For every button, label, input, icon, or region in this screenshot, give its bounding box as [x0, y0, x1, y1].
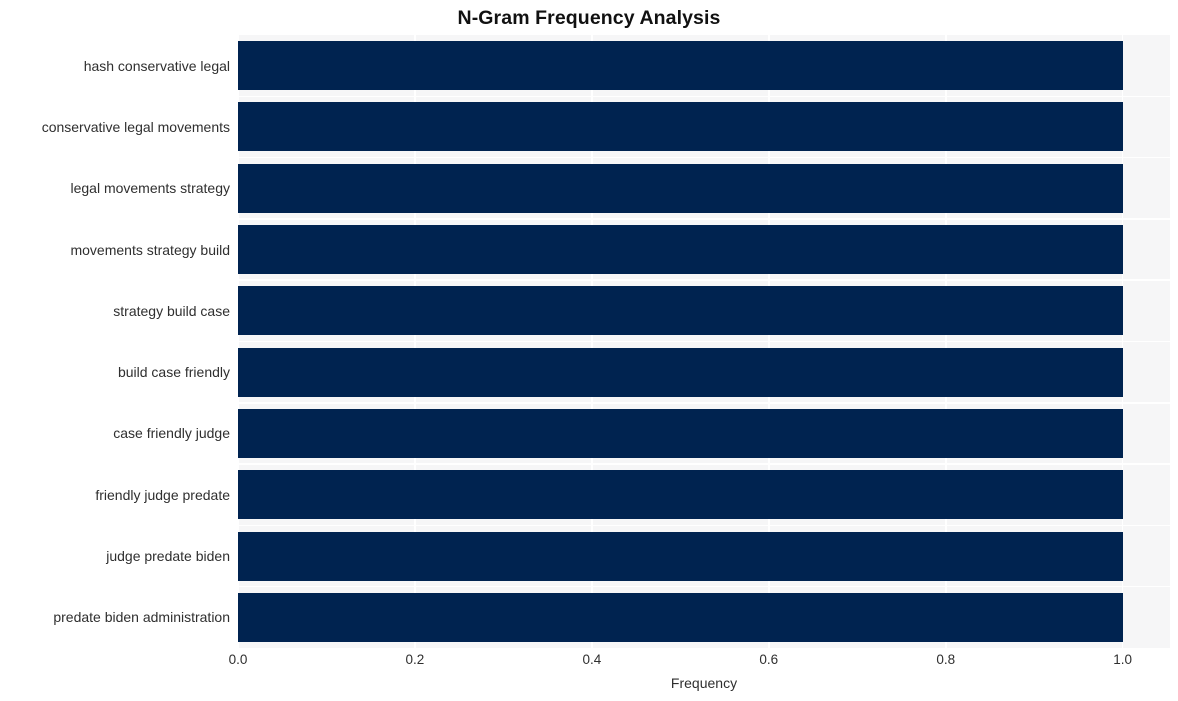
- bar[interactable]: [238, 41, 1123, 91]
- x-tick-label: 1.0: [1113, 652, 1133, 667]
- y-tick-label: hash conservative legal: [83, 57, 230, 74]
- y-tick-label: friendly judge predate: [95, 486, 230, 503]
- y-axis-tick-labels: hash conservative legal conservative lega…: [0, 35, 230, 648]
- chart-title: N-Gram Frequency Analysis: [457, 7, 721, 29]
- x-tick-label: 0.8: [936, 652, 956, 667]
- bar[interactable]: [238, 531, 1123, 581]
- bar[interactable]: [238, 225, 1123, 275]
- y-tick-label: build case friendly: [117, 364, 230, 381]
- bar[interactable]: [238, 592, 1123, 642]
- chart-figure: N-Gram Frequency Analysis hash conservat…: [0, 0, 1178, 701]
- bar[interactable]: [238, 408, 1123, 458]
- y-tick-label: conservative legal movements: [41, 118, 230, 135]
- plot-area: [237, 35, 1170, 648]
- bar[interactable]: [238, 347, 1123, 397]
- x-axis-tick-labels: 0.0 0.2 0.4 0.6 0.8 1.0: [229, 652, 1170, 672]
- y-tick-label: case friendly judge: [113, 425, 230, 442]
- bars-group: [238, 35, 1170, 648]
- x-axis-title: Frequency: [670, 675, 738, 691]
- y-tick-label: judge predate biden: [106, 548, 230, 565]
- y-tick-label: movements strategy build: [70, 241, 230, 258]
- y-tick-label: strategy build case: [113, 302, 230, 319]
- x-tick-label: 0.6: [759, 652, 779, 667]
- x-tick-label: 0.0: [228, 652, 248, 667]
- bar[interactable]: [238, 163, 1123, 213]
- x-tick-label: 0.2: [405, 652, 425, 667]
- y-tick-label: legal movements strategy: [70, 180, 230, 197]
- x-tick-label: 0.4: [582, 652, 602, 667]
- y-tick-label: predate biden administration: [53, 609, 230, 626]
- bar[interactable]: [238, 102, 1123, 152]
- bar[interactable]: [238, 286, 1123, 336]
- bar[interactable]: [238, 470, 1123, 520]
